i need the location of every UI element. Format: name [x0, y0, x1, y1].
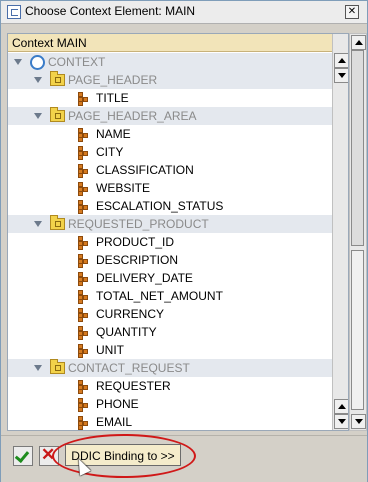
expand-toggle-icon[interactable]: [34, 77, 42, 83]
attribute-icon: [78, 236, 90, 250]
check-icon: [14, 447, 30, 464]
dialog-scrollbar[interactable]: [349, 33, 367, 431]
attribute-icon: [78, 128, 90, 142]
expand-toggle-icon[interactable]: [34, 365, 42, 371]
scroll-up-button[interactable]: [351, 35, 366, 50]
tree-attribute-row[interactable]: EMAIL: [8, 413, 332, 430]
tree-node-row[interactable]: CONTEXT: [8, 53, 332, 71]
title-bar: Choose Context Element: MAIN ✕: [1, 1, 367, 24]
tree-attribute-row[interactable]: TOTAL_NET_AMOUNT: [8, 287, 332, 305]
tree-scrollbar[interactable]: [332, 34, 348, 430]
context-root-icon: [30, 55, 45, 70]
expand-toggle-icon[interactable]: [14, 59, 22, 65]
window-title: Choose Context Element: MAIN: [25, 4, 196, 18]
context-node-icon: [50, 359, 65, 374]
tree-item-label: TOTAL_NET_AMOUNT: [96, 289, 223, 303]
attribute-icon: [78, 416, 90, 430]
tree-item-label: TITLE: [96, 91, 129, 105]
tree-attribute-row[interactable]: CITY: [8, 143, 332, 161]
attribute-icon: [78, 182, 90, 196]
tree-node-row[interactable]: REQUESTED_PRODUCT: [8, 215, 332, 233]
tree-attribute-row[interactable]: REQUESTER: [8, 377, 332, 395]
tree-item-label: CURRENCY: [96, 307, 165, 321]
tree-attribute-row[interactable]: QUANTITY: [8, 323, 332, 341]
attribute-icon: [78, 398, 90, 412]
highlight-annotation: [52, 434, 196, 478]
tree-node-row[interactable]: PAGE_HEADER: [8, 71, 332, 89]
tree-item-label: REQUESTED_PRODUCT: [68, 217, 209, 231]
tree-node-row[interactable]: PAGE_HEADER_AREA: [8, 107, 332, 125]
tree-attribute-row[interactable]: TITLE: [8, 89, 332, 107]
tree-attribute-row[interactable]: CURRENCY: [8, 305, 332, 323]
tree-item-label: PRODUCT_ID: [96, 235, 175, 249]
close-button[interactable]: ✕: [345, 5, 359, 19]
tree-item-label: PAGE_HEADER: [68, 73, 158, 87]
tree-item-label: EMAIL: [96, 415, 133, 429]
tree-item-label: CLASSIFICATION: [96, 163, 194, 177]
tree-item-label: QUANTITY: [96, 325, 157, 339]
panel-header: Context MAIN: [8, 34, 332, 52]
scroll-down-button[interactable]: [334, 414, 348, 429]
context-node-icon: [50, 215, 65, 230]
tree-item-label: WEBSITE: [96, 181, 151, 195]
tree-item-label: PHONE: [96, 397, 139, 411]
scroll-thumb[interactable]: [351, 50, 364, 246]
attribute-icon: [78, 344, 90, 358]
attribute-icon: [78, 380, 90, 394]
tree-item-label: NAME: [96, 127, 131, 141]
tree-attribute-row[interactable]: ESCALATION_STATUS: [8, 197, 332, 215]
attribute-icon: [78, 200, 90, 214]
attribute-icon: [78, 290, 90, 304]
tree-attribute-row[interactable]: DELIVERY_DATE: [8, 269, 332, 287]
dialog-window: Choose Context Element: MAIN ✕ Context M…: [0, 0, 368, 482]
tree-item-label: UNIT: [96, 343, 124, 357]
attribute-icon: [78, 272, 90, 286]
context-node-icon: [50, 107, 65, 122]
scroll-track[interactable]: [351, 250, 364, 410]
scroll-down-button[interactable]: [351, 414, 366, 429]
tree-item-label: ESCALATION_STATUS: [96, 199, 224, 213]
context-tree: CONTEXT PAGE_HEADER TITLE PAGE_HEADER_AREA N…: [8, 53, 332, 430]
scroll-down-button[interactable]: [334, 68, 348, 83]
ok-button[interactable]: [13, 446, 33, 466]
tree-attribute-row[interactable]: PHONE: [8, 395, 332, 413]
tree-attribute-row[interactable]: NAME: [8, 125, 332, 143]
context-node-icon: [50, 71, 65, 86]
tree-item-label: CONTEXT: [48, 55, 106, 69]
tree-item-label: CONTACT_REQUEST: [68, 361, 190, 375]
window-icon: [7, 5, 21, 19]
scroll-up-button[interactable]: [334, 399, 348, 414]
tree-item-label: DELIVERY_DATE: [96, 271, 193, 285]
attribute-icon: [78, 326, 90, 340]
attribute-icon: [78, 146, 90, 160]
tree-item-label: PAGE_HEADER_AREA: [68, 109, 197, 123]
attribute-icon: [78, 92, 90, 106]
attribute-icon: [78, 308, 90, 322]
tree-attribute-row[interactable]: WEBSITE: [8, 179, 332, 197]
context-tree-panel: Context MAIN CONTEXT PAGE_HEADER TITLE PAGE…: [7, 33, 349, 431]
tree-node-row[interactable]: CONTACT_REQUEST: [8, 359, 332, 377]
tree-attribute-row[interactable]: CLASSIFICATION: [8, 161, 332, 179]
tree-attribute-row[interactable]: DESCRIPTION: [8, 251, 332, 269]
attribute-icon: [78, 254, 90, 268]
attribute-icon: [78, 164, 90, 178]
tree-item-label: REQUESTER: [96, 379, 171, 393]
expand-toggle-icon[interactable]: [34, 221, 42, 227]
expand-toggle-icon[interactable]: [34, 113, 42, 119]
tree-attribute-row[interactable]: PRODUCT_ID: [8, 233, 332, 251]
tree-item-label: CITY: [96, 145, 124, 159]
scroll-up-button[interactable]: [334, 53, 348, 68]
tree-attribute-row[interactable]: UNIT: [8, 341, 332, 359]
tree-item-label: DESCRIPTION: [96, 253, 179, 267]
